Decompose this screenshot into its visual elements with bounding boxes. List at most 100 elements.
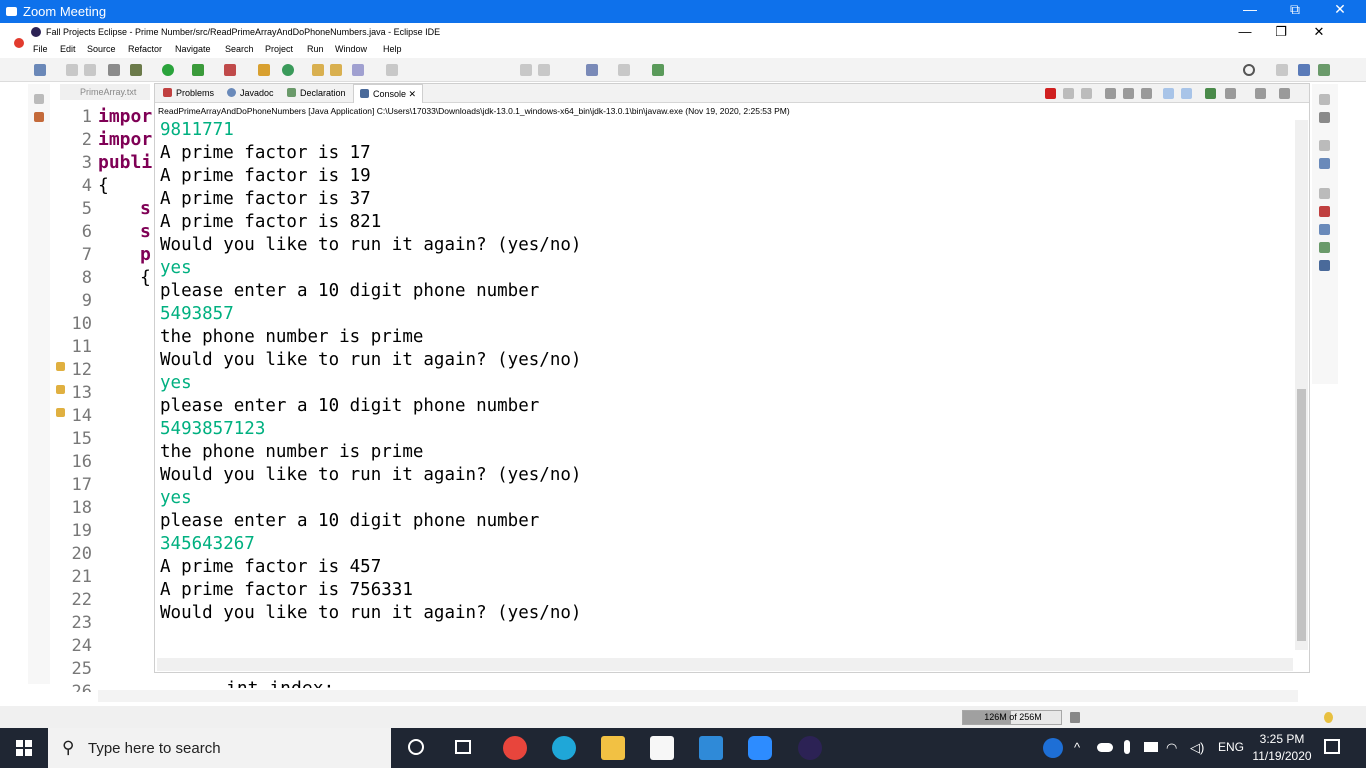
help-icon[interactable] xyxy=(1043,738,1063,758)
declaration-minimized-icon[interactable] xyxy=(1319,242,1330,253)
next-annotation-icon[interactable] xyxy=(520,64,532,76)
menu-run[interactable]: Run xyxy=(307,44,324,54)
trash-icon[interactable] xyxy=(1070,712,1080,723)
open-perspective-icon[interactable] xyxy=(1276,64,1288,76)
package-explorer-icon[interactable] xyxy=(34,112,44,122)
eclipse-app-icon[interactable] xyxy=(798,736,822,760)
tab-problems[interactable]: Problems xyxy=(157,84,220,103)
open-console-icon[interactable] xyxy=(1255,88,1266,99)
new-icon[interactable] xyxy=(34,64,46,76)
restore-outline-icon[interactable] xyxy=(1319,94,1330,105)
forward-icon[interactable] xyxy=(618,64,630,76)
taskbar-search-placeholder: Type here to search xyxy=(88,740,221,757)
zoom-app-icon[interactable] xyxy=(748,736,772,760)
zoom-minimize-button[interactable]: — xyxy=(1230,1,1270,17)
save-all-icon[interactable] xyxy=(84,64,96,76)
menu-source[interactable]: Source xyxy=(87,44,116,54)
save-icon[interactable] xyxy=(66,64,78,76)
display-console-icon[interactable] xyxy=(1225,88,1236,99)
task-list-icon[interactable] xyxy=(1319,112,1330,123)
heap-status[interactable]: 126M of 256M xyxy=(962,710,1062,725)
line-number: 6 xyxy=(81,222,92,242)
show-on-stdout-icon[interactable] xyxy=(1163,88,1174,99)
tab-declaration[interactable]: Declaration xyxy=(281,84,352,103)
javadoc-minimized-icon[interactable] xyxy=(1319,224,1330,235)
remove-all-launches-icon[interactable] xyxy=(1081,88,1092,99)
windows-start-button[interactable] xyxy=(16,740,32,756)
battery-icon[interactable] xyxy=(1144,742,1158,752)
file-explorer-icon[interactable] xyxy=(601,736,625,760)
tab-javadoc[interactable]: Javadoc xyxy=(221,84,280,103)
taskbar-search-box[interactable]: ⚲ Type here to search xyxy=(48,728,391,768)
prev-annotation-icon[interactable] xyxy=(538,64,550,76)
wifi-icon[interactable]: ◠ xyxy=(1166,740,1177,756)
zoom-restore-button[interactable]: ⧉ xyxy=(1275,1,1315,18)
view-menu-icon[interactable] xyxy=(1279,88,1290,99)
menu-refactor[interactable]: Refactor xyxy=(128,44,162,54)
terminate-icon[interactable] xyxy=(1045,88,1056,99)
onedrive-icon[interactable] xyxy=(1097,743,1113,752)
javadoc-icon xyxy=(227,88,236,97)
chrome-icon[interactable] xyxy=(503,736,527,760)
console-output[interactable]: 9811771 A prime factor is 17 A prime facto… xyxy=(160,119,581,625)
menu-window[interactable]: Window xyxy=(335,44,367,54)
restore-bottom-icon[interactable] xyxy=(1319,188,1330,199)
show-on-stderr-icon[interactable] xyxy=(1181,88,1192,99)
menu-help[interactable]: Help xyxy=(383,44,402,54)
line-number: 4 xyxy=(81,176,92,196)
open-type-icon[interactable] xyxy=(312,64,324,76)
pin-editor-icon[interactable] xyxy=(652,64,664,76)
volume-icon[interactable]: ◁) xyxy=(1190,740,1204,756)
debug-icon[interactable] xyxy=(130,64,142,76)
debug-perspective-icon[interactable] xyxy=(1318,64,1330,76)
problems-minimized-icon[interactable] xyxy=(1319,206,1330,217)
notification-icon[interactable] xyxy=(1324,739,1340,754)
microphone-icon[interactable] xyxy=(1124,740,1130,754)
new-java-project-icon[interactable] xyxy=(258,64,270,76)
mail-icon[interactable] xyxy=(699,736,723,760)
cortana-icon[interactable] xyxy=(408,739,424,755)
word-wrap-icon[interactable] xyxy=(1141,88,1152,99)
menu-edit[interactable]: Edit xyxy=(60,44,76,54)
task-view-icon[interactable] xyxy=(455,740,471,754)
search-icon[interactable] xyxy=(1243,64,1255,76)
restore-view-icon[interactable] xyxy=(34,94,44,104)
console-scroll-thumb[interactable] xyxy=(1297,389,1306,641)
remove-launch-icon[interactable] xyxy=(1063,88,1074,99)
clear-console-icon[interactable] xyxy=(1105,88,1116,99)
taskbar-clock[interactable]: 3:25 PM 11/19/2020 xyxy=(1248,731,1316,765)
editor-tab[interactable]: PrimeArray.txt xyxy=(60,84,150,100)
eclipse-restore-button[interactable]: ❐ xyxy=(1266,24,1296,40)
eclipse-minimize-button[interactable]: — xyxy=(1230,24,1260,39)
menu-navigate[interactable]: Navigate xyxy=(175,44,211,54)
console-horizontal-scrollbar[interactable] xyxy=(157,658,1293,671)
zoom-close-button[interactable]: ✕ xyxy=(1320,1,1360,18)
outline-icon[interactable] xyxy=(1319,158,1330,169)
pin-console-icon[interactable] xyxy=(1205,88,1216,99)
scroll-lock-icon[interactable] xyxy=(1123,88,1134,99)
toggle-mark-icon[interactable] xyxy=(386,64,398,76)
console-minimized-icon[interactable] xyxy=(1319,260,1330,271)
store-icon[interactable] xyxy=(650,736,674,760)
menu-project[interactable]: Project xyxy=(265,44,293,54)
tab-console[interactable]: Console ✕ xyxy=(353,84,424,103)
restore-right-icon[interactable] xyxy=(1319,140,1330,151)
menu-file[interactable]: File xyxy=(33,44,48,54)
eclipse-close-button[interactable]: ✕ xyxy=(1304,24,1334,40)
coverage-icon[interactable] xyxy=(192,64,204,76)
back-icon[interactable] xyxy=(586,64,598,76)
run-icon[interactable] xyxy=(162,64,174,76)
editor-horizontal-scrollbar[interactable] xyxy=(98,690,1298,702)
java-perspective-icon[interactable] xyxy=(1298,64,1310,76)
new-class-icon[interactable] xyxy=(282,64,294,76)
chevron-up-icon[interactable]: ^ xyxy=(1074,740,1080,755)
menu-search[interactable]: Search xyxy=(225,44,254,54)
external-tools-icon[interactable] xyxy=(224,64,236,76)
lightbulb-icon[interactable] xyxy=(1324,712,1333,723)
open-task-icon[interactable] xyxy=(330,64,342,76)
close-icon[interactable]: ✕ xyxy=(409,89,417,99)
language-indicator[interactable]: ENG xyxy=(1218,740,1244,754)
skip-breakpoints-icon[interactable] xyxy=(108,64,120,76)
edge-icon[interactable] xyxy=(552,736,576,760)
search-tool-icon[interactable] xyxy=(352,64,364,76)
